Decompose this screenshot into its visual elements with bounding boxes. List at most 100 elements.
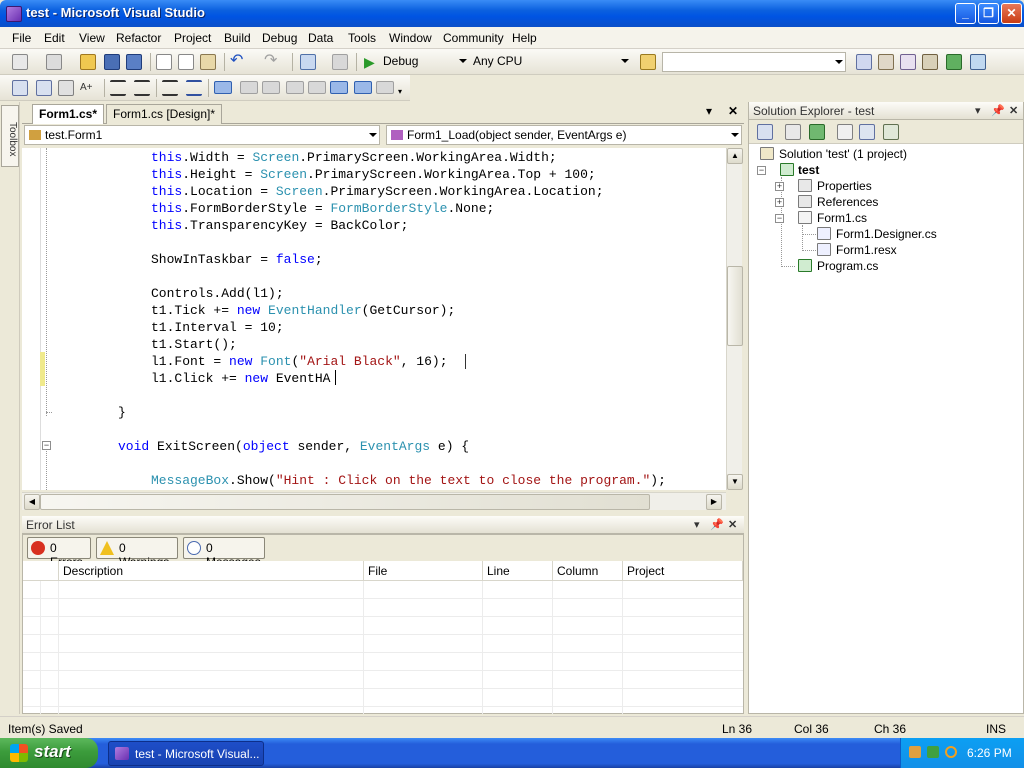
active-files-dropdown-icon[interactable]: ▾ bbox=[706, 104, 712, 118]
horizontal-scrollbar[interactable]: ◀ ▶ bbox=[22, 492, 726, 510]
error-list-close-icon[interactable]: ✕ bbox=[728, 518, 737, 531]
menu-refactor[interactable]: Refactor bbox=[116, 31, 161, 45]
display-object-members-icon[interactable] bbox=[12, 80, 28, 96]
code-editor[interactable]: this.Width = Screen.PrimaryScreen.Workin… bbox=[22, 148, 726, 490]
column-line[interactable]: Line bbox=[483, 561, 553, 581]
column-file[interactable]: File bbox=[364, 561, 483, 581]
menu-tools[interactable]: Tools bbox=[348, 31, 376, 45]
solution-configuration-combo[interactable]: Debug bbox=[379, 52, 469, 71]
start-debugging-icon[interactable]: ▶ bbox=[364, 54, 380, 70]
next-bookmark-document-icon[interactable] bbox=[354, 81, 372, 94]
close-document-icon[interactable]: ✕ bbox=[728, 104, 738, 118]
error-grid-icon-header[interactable] bbox=[23, 561, 59, 581]
increase-indent-icon[interactable] bbox=[134, 80, 150, 96]
refresh-icon[interactable] bbox=[809, 124, 825, 140]
tray-security-icon[interactable] bbox=[927, 746, 939, 758]
scroll-right-icon[interactable]: ▶ bbox=[706, 494, 722, 510]
types-combo[interactable]: test.Form1 bbox=[24, 125, 380, 145]
add-item-icon[interactable] bbox=[46, 54, 62, 70]
errors-filter-button[interactable]: 0 Errors bbox=[27, 537, 91, 569]
quick-info-icon[interactable] bbox=[58, 80, 74, 96]
menu-debug[interactable]: Debug bbox=[262, 31, 297, 45]
solution-explorer-close-icon[interactable]: ✕ bbox=[1009, 104, 1018, 117]
expand-references-icon[interactable]: + bbox=[775, 198, 784, 207]
error-list-pin-icon[interactable]: 📌 bbox=[710, 518, 724, 531]
properties-window-icon[interactable] bbox=[878, 54, 894, 70]
menu-window[interactable]: Window bbox=[389, 31, 432, 45]
program-cs-node[interactable]: Program.cs bbox=[817, 258, 878, 274]
references-node[interactable]: References bbox=[817, 194, 878, 210]
next-bookmark-icon[interactable] bbox=[262, 81, 280, 94]
members-combo[interactable]: Form1_Load(object sender, EventArgs e) bbox=[386, 125, 742, 145]
properties-icon[interactable] bbox=[757, 124, 773, 140]
project-node[interactable]: test bbox=[798, 162, 819, 178]
form1-resx-node[interactable]: Form1.resx bbox=[836, 242, 897, 258]
minimize-button[interactable]: _ bbox=[955, 3, 976, 24]
scroll-left-icon[interactable]: ◀ bbox=[24, 494, 40, 510]
find-in-files-icon[interactable] bbox=[640, 54, 656, 70]
collapse-project-icon[interactable]: − bbox=[757, 166, 766, 175]
maximize-button[interactable]: ❐ bbox=[978, 3, 999, 24]
navigate-back-icon[interactable] bbox=[300, 54, 316, 70]
menu-build[interactable]: Build bbox=[224, 31, 251, 45]
find-combo[interactable] bbox=[662, 52, 846, 72]
previous-bookmark-icon[interactable] bbox=[240, 81, 258, 94]
next-bookmark-folder-icon[interactable] bbox=[308, 81, 326, 94]
view-class-diagram-icon[interactable] bbox=[883, 124, 899, 140]
taskbar-item-visual-studio[interactable]: test - Microsoft Visual... bbox=[108, 741, 264, 766]
vertical-scrollbar[interactable]: ▲ ▼ bbox=[726, 148, 743, 490]
menu-edit[interactable]: Edit bbox=[44, 31, 65, 45]
comment-lines-icon[interactable] bbox=[162, 80, 178, 96]
show-all-files-icon[interactable] bbox=[785, 124, 801, 140]
paste-icon[interactable] bbox=[200, 54, 216, 70]
cut-icon[interactable] bbox=[156, 54, 172, 70]
messages-filter-button[interactable]: 0 Messages bbox=[183, 537, 265, 569]
menu-help[interactable]: Help bbox=[512, 31, 537, 45]
clear-bookmarks-icon[interactable] bbox=[376, 81, 394, 94]
vertical-scroll-thumb[interactable] bbox=[727, 266, 743, 346]
column-project[interactable]: Project bbox=[623, 561, 743, 581]
solution-node[interactable]: Solution 'test' (1 project) bbox=[779, 146, 907, 162]
expand-properties-icon[interactable]: + bbox=[775, 182, 784, 191]
clock[interactable]: 6:26 PM bbox=[967, 746, 1012, 760]
view-code-icon[interactable] bbox=[837, 124, 853, 140]
tab-form1-cs[interactable]: Form1.cs* bbox=[32, 104, 105, 124]
properties-node[interactable]: Properties bbox=[817, 178, 872, 194]
bookmark-icon[interactable] bbox=[214, 81, 232, 94]
form1-cs-node[interactable]: Form1.cs bbox=[817, 210, 867, 226]
previous-bookmark-folder-icon[interactable] bbox=[286, 81, 304, 94]
new-project-icon[interactable] bbox=[12, 54, 28, 70]
menu-community[interactable]: Community bbox=[443, 31, 504, 45]
redo-icon[interactable]: ↷ bbox=[264, 53, 280, 70]
decrease-indent-icon[interactable] bbox=[110, 80, 126, 96]
solution-explorer-dropdown-icon[interactable]: ▾ bbox=[975, 104, 981, 117]
menu-file[interactable]: File bbox=[12, 31, 31, 45]
toolbox-tools-icon[interactable] bbox=[922, 54, 938, 70]
menu-view[interactable]: View bbox=[79, 31, 105, 45]
horizontal-scroll-thumb[interactable] bbox=[40, 494, 650, 510]
command-window-icon[interactable] bbox=[970, 54, 986, 70]
start-page-icon[interactable] bbox=[946, 54, 962, 70]
complete-word-icon[interactable]: A+ bbox=[80, 80, 96, 96]
column-description[interactable]: Description bbox=[59, 561, 364, 581]
warnings-filter-button[interactable]: 0 Warnings bbox=[96, 537, 178, 569]
tab-form1-design[interactable]: Form1.cs [Design]* bbox=[106, 104, 223, 124]
parameter-info-icon[interactable] bbox=[36, 80, 52, 96]
save-all-icon[interactable] bbox=[126, 54, 142, 70]
solution-explorer-pin-icon[interactable]: 📌 bbox=[991, 104, 1005, 117]
object-browser-icon[interactable] bbox=[900, 54, 916, 70]
tray-network-icon[interactable] bbox=[909, 746, 921, 758]
solution-platform-combo[interactable]: Any CPU bbox=[469, 52, 631, 71]
scroll-up-icon[interactable]: ▲ bbox=[727, 148, 743, 164]
menu-data[interactable]: Data bbox=[308, 31, 333, 45]
view-designer-icon[interactable] bbox=[859, 124, 875, 140]
column-column[interactable]: Column bbox=[553, 561, 623, 581]
copy-icon[interactable] bbox=[178, 54, 194, 70]
solution-explorer-icon[interactable] bbox=[856, 54, 872, 70]
menu-project[interactable]: Project bbox=[174, 31, 211, 45]
toolbar-options-icon[interactable]: ▾ bbox=[398, 87, 406, 97]
scroll-down-icon[interactable]: ▼ bbox=[727, 474, 743, 490]
save-icon[interactable] bbox=[104, 54, 120, 70]
toolbox-tab[interactable]: Toolbox bbox=[1, 105, 19, 167]
uncomment-lines-icon[interactable] bbox=[186, 80, 202, 96]
